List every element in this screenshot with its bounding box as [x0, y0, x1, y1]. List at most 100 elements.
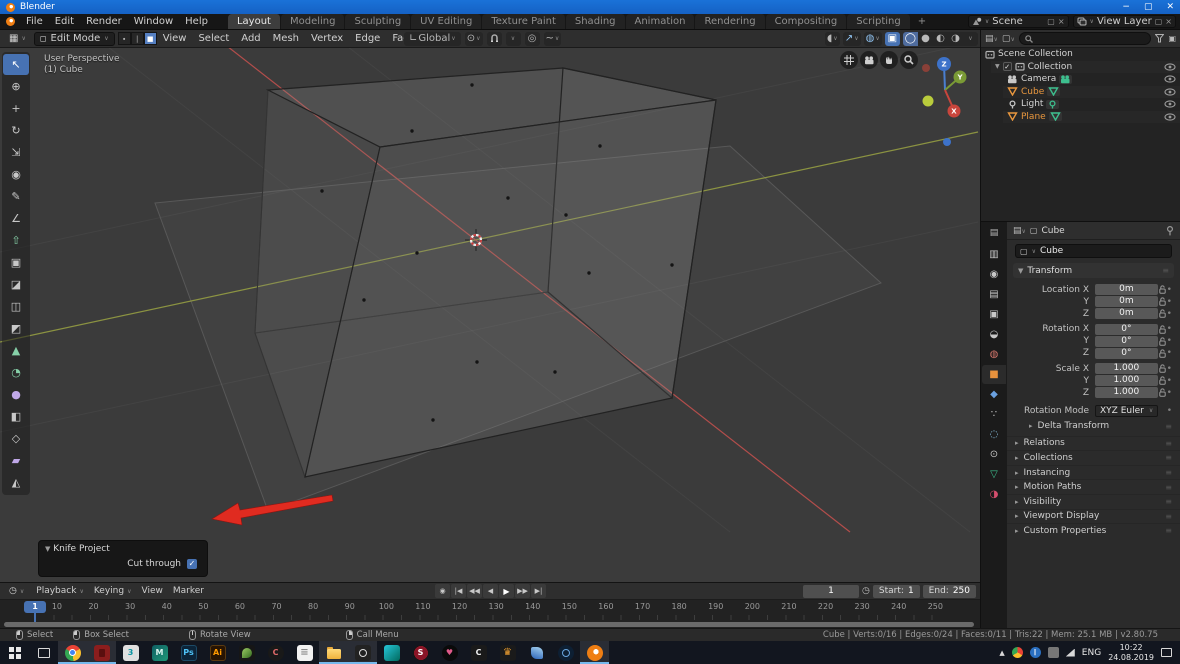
taskbar-3ds-max[interactable]: 3: [116, 641, 145, 664]
taskbar-red-app[interactable]: [87, 641, 116, 664]
frame-tick-110[interactable]: 110: [415, 602, 430, 611]
transform-value-field[interactable]: 0°: [1095, 324, 1158, 335]
viewmenu-view[interactable]: View: [157, 33, 193, 44]
taskbar-maya[interactable]: M: [145, 641, 174, 664]
shading-material-button[interactable]: ◐: [933, 32, 948, 46]
properties-tab-render[interactable]: ◉: [982, 265, 1006, 284]
tool-loop-cut[interactable]: ◫: [3, 296, 29, 317]
grid-icon[interactable]: [840, 51, 858, 69]
gizmos-dropdown[interactable]: ↗∨: [843, 32, 861, 46]
taskbar-heart-app[interactable]: ♥: [435, 641, 464, 664]
menu-edit[interactable]: Edit: [49, 14, 80, 29]
search-input[interactable]: [1019, 32, 1152, 45]
tool-smooth[interactable]: ●: [3, 384, 29, 405]
properties-tab-object[interactable]: ■: [982, 365, 1006, 384]
tool-annotate[interactable]: ✎: [3, 186, 29, 207]
tool-measure[interactable]: ∠: [3, 208, 29, 229]
frame-tick-230[interactable]: 230: [854, 602, 869, 611]
mode-dropdown[interactable]: ◻ Edit Mode ∨: [34, 32, 115, 46]
taskbar-notes[interactable]: ≡: [290, 641, 319, 664]
notification-center-icon[interactable]: [1161, 648, 1172, 657]
panel-drag-handle[interactable]: ≡: [1165, 453, 1172, 462]
taskbar-start[interactable]: [0, 641, 29, 664]
animate-dot[interactable]: •: [1167, 336, 1172, 346]
properties-tab-world[interactable]: ◍: [982, 345, 1006, 364]
properties-tab-tool[interactable]: ▥: [982, 245, 1006, 264]
tool-poly-build[interactable]: ▲: [3, 340, 29, 361]
transform-value-field[interactable]: 1.000: [1095, 363, 1158, 374]
menu-file[interactable]: File: [20, 14, 49, 29]
timeline-menu-playback[interactable]: Playback∨: [31, 586, 89, 596]
properties-tab-scene[interactable]: ◒: [982, 325, 1006, 344]
frame-tick-80[interactable]: 80: [308, 602, 318, 611]
properties-tab-physics[interactable]: ◌: [982, 425, 1006, 444]
viewmenu-select[interactable]: Select: [192, 33, 235, 44]
animate-dot[interactable]: •: [1167, 364, 1172, 374]
frame-tick-180[interactable]: 180: [671, 602, 686, 611]
properties-editor-type-button[interactable]: ▤∨: [1013, 226, 1026, 236]
workspace-tab-shading[interactable]: Shading: [566, 14, 626, 29]
taskbar-task-view[interactable]: [29, 641, 58, 664]
timeline-menu-view[interactable]: View: [136, 586, 167, 596]
rotation-mode-dropdown[interactable]: XYZ Euler ∨: [1095, 405, 1158, 417]
eye-icon[interactable]: [1164, 100, 1176, 108]
workspace-tab-texture-paint[interactable]: Texture Paint: [482, 14, 566, 29]
section-relations[interactable]: ▸Relations≡: [1007, 436, 1180, 451]
lock-icon[interactable]: [1159, 364, 1166, 373]
lock-icon[interactable]: [1159, 388, 1166, 397]
panel-drag-handle[interactable]: ≡: [1165, 526, 1172, 535]
animate-dot[interactable]: •: [1167, 348, 1172, 358]
tray-app-icon[interactable]: [1048, 647, 1059, 658]
frame-tick-120[interactable]: 120: [452, 602, 467, 611]
camera-view-icon[interactable]: [860, 51, 878, 69]
frame-tick-250[interactable]: 250: [928, 602, 943, 611]
tool-rotate[interactable]: ↻: [3, 120, 29, 141]
section-motion-paths[interactable]: ▸Motion Paths≡: [1007, 479, 1180, 494]
viewmenu-edge[interactable]: Edge: [349, 33, 386, 44]
tool-rip-region[interactable]: ◭: [3, 472, 29, 493]
scene-name[interactable]: Scene: [992, 16, 1044, 27]
tool-select-box[interactable]: ↖: [3, 54, 29, 75]
jump-start-button[interactable]: |◀: [451, 584, 466, 598]
workspace-tab-animation[interactable]: Animation: [626, 14, 696, 29]
language-indicator[interactable]: ENG: [1082, 648, 1101, 658]
knife-project-panel[interactable]: ▼ Knife Project Cut through ✓: [38, 540, 208, 577]
snap-magnet-button[interactable]: [487, 32, 502, 46]
frame-tick-70[interactable]: 70: [271, 602, 281, 611]
object-name-field[interactable]: ▢ ∨ Cube: [1015, 244, 1172, 258]
outliner-scene-collection[interactable]: Scene Collection: [981, 48, 1180, 61]
transform-value-field[interactable]: 0m: [1095, 284, 1158, 295]
animate-dot[interactable]: •: [1167, 324, 1172, 334]
lock-icon[interactable]: [1159, 376, 1166, 385]
taskbar-blue-app[interactable]: [522, 641, 551, 664]
editor-type-button[interactable]: ▦∨: [4, 33, 31, 44]
taskbar-illustrator[interactable]: Ai: [203, 641, 232, 664]
frame-tick-150[interactable]: 150: [562, 602, 577, 611]
tray-chrome-icon[interactable]: [1012, 647, 1023, 658]
tool-knife[interactable]: ◩: [3, 318, 29, 339]
viewmenu-mesh[interactable]: Mesh: [267, 33, 305, 44]
record-button[interactable]: ◉: [435, 584, 450, 598]
timeline-editor-type-button[interactable]: ◷∨: [4, 586, 29, 596]
panel-drag-handle[interactable]: ≡: [1165, 512, 1172, 521]
frame-tick-40[interactable]: 40: [162, 602, 172, 611]
timeline-menu-marker[interactable]: Marker: [168, 586, 209, 596]
panel-drag-handle[interactable]: ≡: [1165, 422, 1172, 431]
outliner-options-icon[interactable]: ▣: [1168, 34, 1176, 43]
filter-icon[interactable]: [1155, 34, 1164, 43]
playhead[interactable]: 1: [24, 601, 46, 613]
taskbar-chrome[interactable]: [58, 641, 87, 664]
section-custom-properties[interactable]: ▸Custom Properties≡: [1007, 523, 1180, 538]
taskbar-crown-app[interactable]: ♛: [493, 641, 522, 664]
collapse-arrow-icon[interactable]: ▼: [45, 545, 50, 553]
workspace-tab-layout[interactable]: Layout: [228, 14, 281, 29]
frame-tick-10[interactable]: 10: [52, 602, 62, 611]
falloff-dropdown[interactable]: ~∨: [544, 32, 562, 46]
frame-tick-20[interactable]: 20: [88, 602, 98, 611]
section-viewport-display[interactable]: ▸Viewport Display≡: [1007, 509, 1180, 524]
current-frame-field[interactable]: 1: [803, 585, 859, 598]
outliner-item-light[interactable]: Light: [1003, 98, 1180, 111]
add-workspace-button[interactable]: +: [911, 14, 933, 29]
frame-tick-190[interactable]: 190: [708, 602, 723, 611]
lock-icon[interactable]: [1159, 309, 1166, 318]
